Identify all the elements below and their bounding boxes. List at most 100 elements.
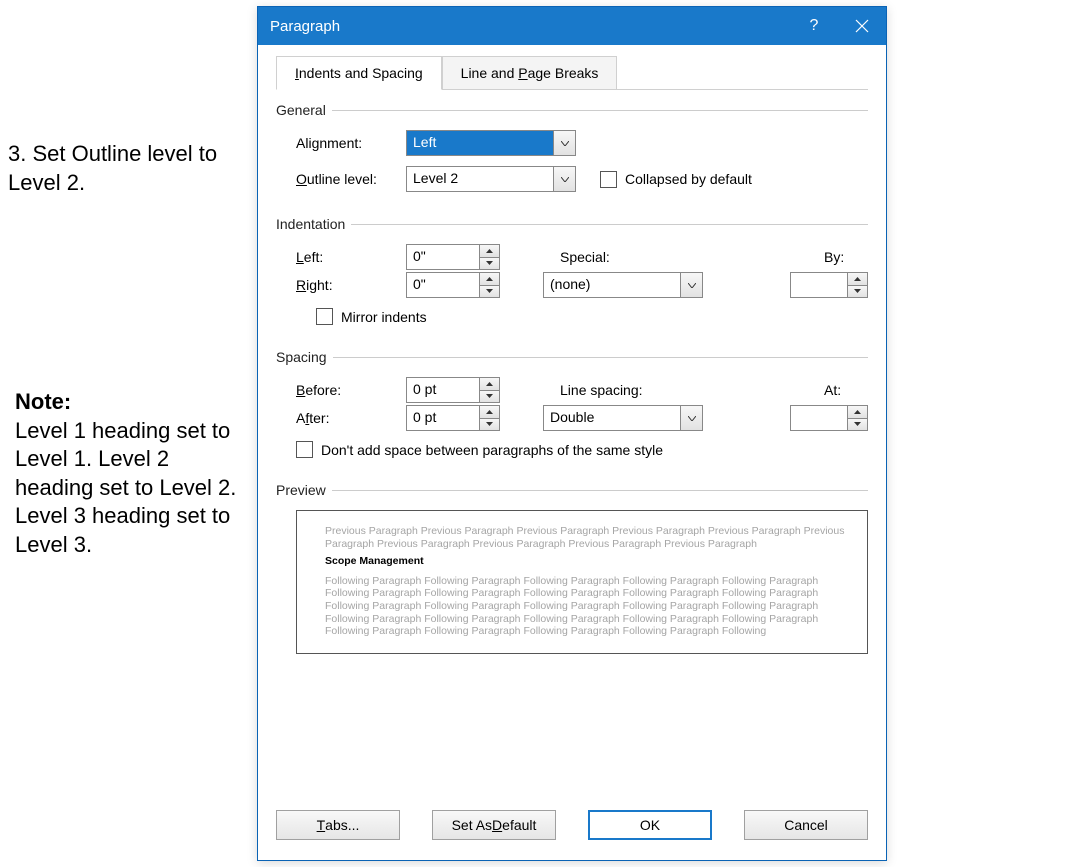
tab-indents-spacing[interactable]: Indents and Spacing: [276, 56, 442, 90]
chevron-down-icon: [486, 289, 493, 293]
spin-down[interactable]: [480, 258, 499, 270]
chevron-up-icon: [486, 277, 493, 281]
close-button[interactable]: [838, 7, 886, 45]
checkbox-icon: [600, 171, 617, 188]
cancel-button[interactable]: Cancel: [744, 810, 868, 840]
indent-left-spinner[interactable]: 0": [406, 244, 500, 270]
chevron-down-icon: [688, 283, 696, 288]
alignment-combo[interactable]: Left: [406, 130, 576, 156]
spin-up[interactable]: [480, 273, 499, 286]
help-button[interactable]: ?: [790, 7, 838, 45]
special-combo[interactable]: (none): [543, 272, 703, 298]
chevron-down-icon: [854, 422, 861, 426]
instruction-step-text: 3. Set Outline level to Level 2.: [8, 140, 248, 197]
close-icon: [855, 19, 869, 33]
alignment-label: Alignment:: [296, 135, 406, 151]
spin-down[interactable]: [848, 286, 867, 298]
section-indentation: Indentation Left: 0" Special: By:: [276, 216, 868, 325]
special-value: (none): [544, 273, 680, 297]
ok-button[interactable]: OK: [588, 810, 712, 840]
after-value: 0 pt: [407, 406, 479, 430]
preview-box: Previous Paragraph Previous Paragraph Pr…: [296, 510, 868, 654]
indent-left-label: Left:: [296, 249, 406, 265]
spin-up[interactable]: [848, 406, 867, 419]
set-as-default-button[interactable]: Set As Default: [432, 810, 556, 840]
after-spinner[interactable]: 0 pt: [406, 405, 500, 431]
by-label: By:: [824, 249, 868, 265]
outline-dropdown-button[interactable]: [553, 167, 575, 191]
chevron-up-icon: [854, 277, 861, 281]
spin-down[interactable]: [480, 419, 499, 431]
note-body: Level 1 heading set to Level 1. Level 2 …: [15, 417, 245, 560]
spin-down[interactable]: [480, 286, 499, 298]
chevron-up-icon: [854, 410, 861, 414]
before-spinner[interactable]: 0 pt: [406, 377, 500, 403]
tab-strip: Indents and Spacing Line and Page Breaks: [276, 55, 868, 89]
spin-up[interactable]: [480, 378, 499, 391]
note-label: Note:: [15, 388, 245, 417]
checkbox-icon: [316, 308, 333, 325]
paragraph-dialog: Paragraph ? Indents and Spacing Line and…: [257, 6, 887, 861]
chevron-down-icon: [688, 416, 696, 421]
mirror-indents-checkbox[interactable]: Mirror indents: [316, 308, 427, 325]
outline-level-combo[interactable]: Level 2: [406, 166, 576, 192]
spin-up[interactable]: [480, 245, 499, 258]
special-dropdown-button[interactable]: [680, 273, 702, 297]
chevron-up-icon: [486, 382, 493, 386]
chevron-down-icon: [486, 422, 493, 426]
no-space-label: Don't add space between paragraphs of th…: [321, 442, 663, 458]
indent-left-value: 0": [407, 245, 479, 269]
collapsed-label: Collapsed by default: [625, 171, 752, 187]
by-spinner[interactable]: [790, 272, 868, 298]
instruction-note: Note: Level 1 heading set to Level 1. Le…: [15, 388, 245, 560]
spin-down[interactable]: [480, 391, 499, 403]
collapsed-checkbox[interactable]: Collapsed by default: [600, 171, 752, 188]
alignment-value: Left: [407, 131, 553, 155]
checkbox-icon: [296, 441, 313, 458]
preview-heading: Preview: [276, 482, 326, 498]
chevron-down-icon: [486, 394, 493, 398]
chevron-down-icon: [561, 177, 569, 182]
line-spacing-dropdown-button[interactable]: [680, 406, 702, 430]
general-heading: General: [276, 102, 326, 118]
tabs-button[interactable]: Tabs...: [276, 810, 400, 840]
mirror-indents-label: Mirror indents: [341, 309, 427, 325]
line-spacing-value: Double: [544, 406, 680, 430]
preview-current-text: Scope Management: [325, 555, 851, 568]
indentation-heading: Indentation: [276, 216, 345, 232]
tab-line-page-breaks[interactable]: Line and Page Breaks: [442, 56, 618, 90]
chevron-down-icon: [854, 289, 861, 293]
at-value: [791, 406, 847, 430]
at-spinner[interactable]: [790, 405, 868, 431]
special-label: Special:: [560, 249, 670, 265]
spin-down[interactable]: [848, 419, 867, 431]
section-spacing: Spacing Before: 0 pt Line spacing: At:: [276, 349, 868, 458]
spin-up[interactable]: [848, 273, 867, 286]
before-value: 0 pt: [407, 378, 479, 402]
preview-follow-text: Following Paragraph Following Paragraph …: [325, 575, 851, 638]
indent-right-spinner[interactable]: 0": [406, 272, 500, 298]
chevron-up-icon: [486, 249, 493, 253]
line-spacing-combo[interactable]: Double: [543, 405, 703, 431]
at-label: At:: [824, 382, 868, 398]
outline-level-label: Outline level:: [296, 171, 406, 187]
outline-level-value: Level 2: [407, 167, 553, 191]
no-space-same-style-checkbox[interactable]: Don't add space between paragraphs of th…: [296, 441, 663, 458]
dialog-title: Paragraph: [270, 18, 790, 35]
spin-up[interactable]: [480, 406, 499, 419]
by-value: [791, 273, 847, 297]
after-label: After:: [296, 410, 406, 426]
dialog-button-row: Tabs... Set As Default OK Cancel: [258, 792, 886, 860]
section-general: General Alignment: Left Outline level: L…: [276, 102, 868, 192]
line-spacing-label: Line spacing:: [560, 382, 670, 398]
chevron-up-icon: [486, 410, 493, 414]
chevron-down-icon: [486, 261, 493, 265]
before-label: Before:: [296, 382, 406, 398]
indent-right-value: 0": [407, 273, 479, 297]
titlebar: Paragraph ?: [258, 7, 886, 45]
preview-prev-text: Previous Paragraph Previous Paragraph Pr…: [325, 525, 851, 550]
indent-right-label: Right:: [296, 277, 406, 293]
alignment-dropdown-button[interactable]: [553, 131, 575, 155]
spacing-heading: Spacing: [276, 349, 327, 365]
chevron-down-icon: [561, 141, 569, 146]
